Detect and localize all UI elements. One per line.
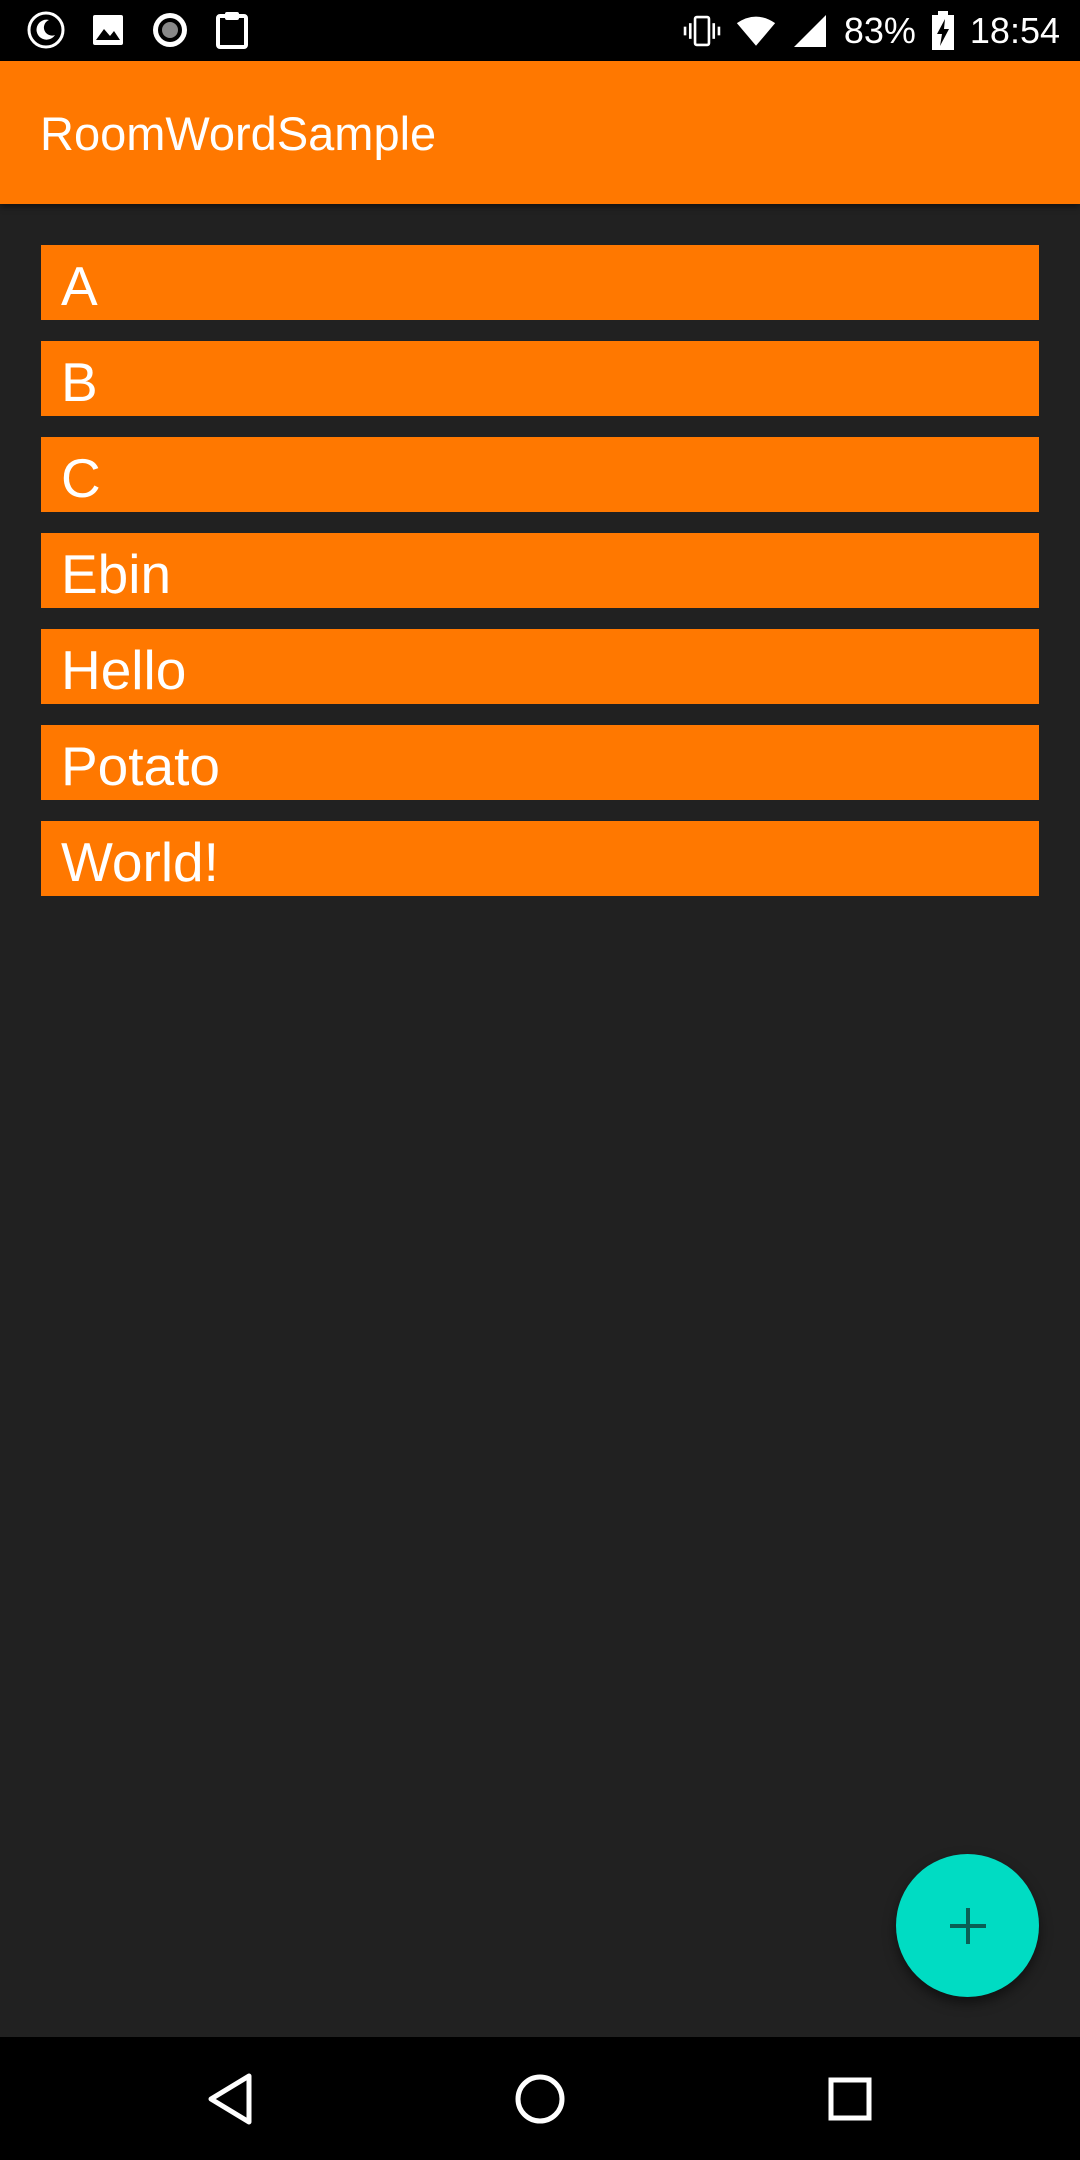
app-bar: RoomWordSample xyxy=(0,61,1080,204)
back-icon xyxy=(208,2073,252,2125)
list-item[interactable]: C xyxy=(41,437,1039,512)
signal-icon xyxy=(790,11,830,51)
home-button[interactable] xyxy=(510,2069,570,2129)
battery-charging-icon xyxy=(930,10,956,51)
list-item-text: World! xyxy=(61,831,219,893)
screen: 83% 18:54 RoomWordSample A B C Ebin Hell… xyxy=(0,0,1080,2160)
clock: 18:54 xyxy=(969,9,1060,51)
back-button[interactable] xyxy=(200,2069,260,2129)
list-item[interactable]: Potato xyxy=(41,725,1039,800)
battery-percentage: 83% xyxy=(843,9,916,51)
status-bar: 83% 18:54 xyxy=(0,0,1080,61)
clipboard-icon xyxy=(212,10,252,50)
recents-icon xyxy=(828,2077,872,2121)
notification-icons xyxy=(26,10,252,50)
list-item[interactable]: B xyxy=(41,341,1039,416)
navigation-bar xyxy=(0,2037,1080,2160)
plus-icon xyxy=(949,1907,986,1944)
list-item[interactable]: Hello xyxy=(41,629,1039,704)
list-item-text: A xyxy=(61,255,98,317)
add-word-button[interactable] xyxy=(896,1854,1039,1997)
wifi-icon xyxy=(736,11,776,51)
list-item-text: C xyxy=(61,447,101,509)
list-item-text: Hello xyxy=(61,639,187,701)
list-item-text: Ebin xyxy=(61,543,172,605)
list-item-text: B xyxy=(61,351,98,413)
record-icon xyxy=(150,10,190,50)
recents-button[interactable] xyxy=(820,2069,880,2129)
list-item[interactable]: Ebin xyxy=(41,533,1039,608)
image-icon xyxy=(88,10,128,50)
list-item[interactable]: A xyxy=(41,245,1039,320)
list-item-text: Potato xyxy=(61,735,221,797)
vibrate-icon xyxy=(682,11,722,51)
moon-icon xyxy=(26,10,66,50)
word-list: A B C Ebin Hello Potato World! xyxy=(41,245,1039,917)
home-icon xyxy=(515,2074,565,2124)
system-status: 83% 18:54 xyxy=(682,0,1060,61)
list-item[interactable]: World! xyxy=(41,821,1039,896)
app-title: RoomWordSample xyxy=(40,107,437,160)
